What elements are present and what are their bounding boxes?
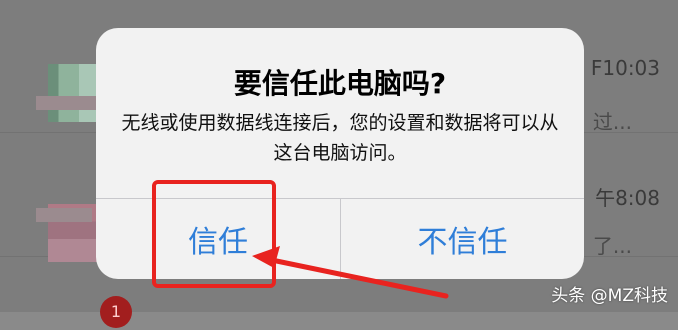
watermark: 头条 @MZ科技 xyxy=(551,286,668,306)
red-arrow-icon xyxy=(252,246,449,299)
